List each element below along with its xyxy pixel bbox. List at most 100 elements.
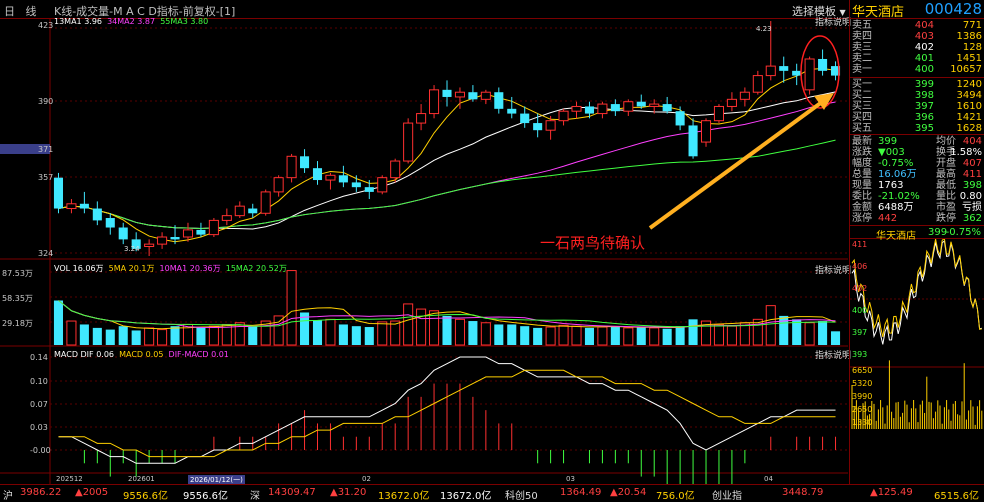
candle-body — [442, 89, 452, 97]
candle-body — [312, 168, 323, 181]
vol-legend: VOL 16.06万 5MA 20.1万 10MA1 20.36万 15MA2 … — [54, 263, 287, 274]
stat-row: 现量 1763 最低 398 — [850, 180, 984, 191]
low-price-label: 3.24 — [124, 245, 140, 253]
macd-legend-dea: MACD 0.05 — [119, 350, 164, 359]
stat-value: 442 — [878, 213, 898, 224]
mini-chart-header: 华天酒店 399 -0.75% — [850, 225, 984, 242]
volume-bar — [403, 303, 414, 346]
ask-row[interactable]: 卖三 402 128 — [850, 42, 984, 53]
volume-bar — [468, 321, 478, 345]
chart-area[interactable] — [0, 0, 849, 484]
ask-label: 卖一 — [852, 64, 872, 75]
bid-volume: 3494 — [956, 90, 982, 101]
ask-row[interactable]: 卖五 404 771 — [850, 20, 984, 31]
candle-body — [480, 91, 491, 100]
candle-body — [325, 174, 336, 181]
ask-label: 卖四 — [852, 31, 872, 42]
sh-change: ▲2005 — [75, 487, 109, 498]
indicator-help-link-price[interactable]: 指标说明 — [815, 15, 851, 28]
volume-bar — [312, 320, 323, 345]
volume-bar — [144, 327, 155, 346]
stat-row: 委比 -21.02% 量比 0.80 — [850, 191, 984, 202]
ask-price: 404 — [914, 20, 934, 31]
volume-bar — [480, 322, 491, 346]
cy-index: 3448.79 — [782, 487, 824, 498]
ma3-legend: 55MA3 3.80 — [160, 17, 209, 26]
candle-body — [170, 237, 180, 240]
volume-bar — [53, 300, 64, 345]
stat-label: 现量 — [852, 180, 872, 191]
price-tick-390: 390 — [38, 97, 54, 106]
stat-label: 最新 — [852, 136, 872, 147]
ask-volume: 771 — [962, 20, 982, 31]
volume-bar — [390, 320, 401, 346]
macd-legend-hist: DIF-MACD 0.01 — [168, 350, 229, 359]
bid-price: 397 — [914, 101, 934, 112]
stat-label: 市盈 — [936, 202, 956, 213]
ma2-legend: 34MA2 3.87 — [107, 17, 156, 26]
vol-legend-ma10: 10MA1 20.36万 — [159, 264, 221, 273]
candle-body — [610, 104, 620, 112]
price-tick-371: 371 — [38, 145, 54, 154]
ask-volume: 1386 — [956, 31, 982, 42]
candle-body — [597, 103, 608, 115]
volume-bar — [830, 331, 841, 345]
ask-volume: 1451 — [956, 53, 982, 64]
volume-bar — [571, 325, 582, 346]
bid-price: 396 — [914, 112, 934, 123]
stat-label: 涨停 — [852, 213, 872, 224]
candle-body — [53, 177, 64, 209]
quote-panel: 华天酒店 000428 卖五 404 771 卖四 403 1386 卖三 402 128 … — [849, 0, 984, 500]
quote-header: 华天酒店 000428 — [850, 0, 984, 20]
stat-value: 407 — [962, 158, 982, 169]
stat-value: 亏损 — [962, 202, 982, 213]
mini-volume-tick: 5320 — [852, 379, 872, 388]
candle-body — [118, 227, 128, 240]
indicator-help-link-macd[interactable]: 指标说明 — [815, 348, 851, 361]
volume-bar — [196, 327, 206, 345]
candle-body — [636, 101, 646, 107]
bid-row[interactable]: 买三 397 1610 — [850, 101, 984, 112]
volume-bar — [157, 329, 168, 346]
candle-body — [286, 155, 297, 179]
volume-bar — [338, 324, 348, 345]
volume-bar — [533, 327, 543, 345]
ask-row[interactable]: 卖二 401 1451 — [850, 53, 984, 64]
ask-label: 卖五 — [852, 20, 872, 31]
mini-volume-tick: 2650 — [852, 405, 872, 414]
stat-label: 均价 — [936, 136, 956, 147]
candle-body — [351, 182, 361, 188]
candle-body — [507, 108, 517, 114]
bid-label: 买三 — [852, 101, 872, 112]
date-tick-2: 202601 — [128, 475, 155, 483]
volume-bar — [118, 326, 128, 345]
candle-body — [700, 120, 712, 143]
indicator-help-link-vol[interactable]: 指标说明 — [815, 263, 851, 276]
candle-body — [752, 75, 763, 93]
candle-body — [260, 191, 271, 214]
ask-row[interactable]: 卖四 403 1386 — [850, 31, 984, 42]
sh-index: 3986.22 — [20, 487, 62, 498]
stat-value: 0.80 — [959, 191, 982, 202]
stat-value: 1.58% — [950, 147, 982, 158]
candle-body — [92, 208, 102, 221]
macd-tick-3: 0.07 — [30, 400, 48, 409]
candle-body — [403, 122, 414, 162]
candle-body — [416, 113, 427, 124]
intraday-chart[interactable]: 411 406 402 400 397 393 6650 5320 3990 2650 1330 — [850, 239, 984, 484]
vol-tick-1: 87.53万 — [2, 269, 33, 278]
volume-bar — [818, 321, 828, 345]
candle-body — [182, 229, 194, 238]
bid-row[interactable]: 买二 398 3494 — [850, 90, 984, 101]
bid-row[interactable]: 买四 396 1421 — [850, 112, 984, 123]
candle-body — [726, 98, 737, 107]
bid-row[interactable]: 买一 399 1240 — [850, 79, 984, 90]
ask-row[interactable]: 卖一 400 10657 — [850, 64, 984, 75]
volume-bar — [454, 318, 465, 346]
bid-row[interactable]: 买五 395 1628 — [850, 123, 984, 134]
macd-tick-5: -0.00 — [30, 446, 51, 455]
candle-body — [468, 92, 478, 100]
mini-price-tick: 400 — [852, 306, 867, 315]
macd-legend: MACD DIF 0.06 MACD 0.05 DIF-MACD 0.01 — [54, 350, 229, 359]
kc-change: ▲20.54 — [610, 487, 647, 498]
